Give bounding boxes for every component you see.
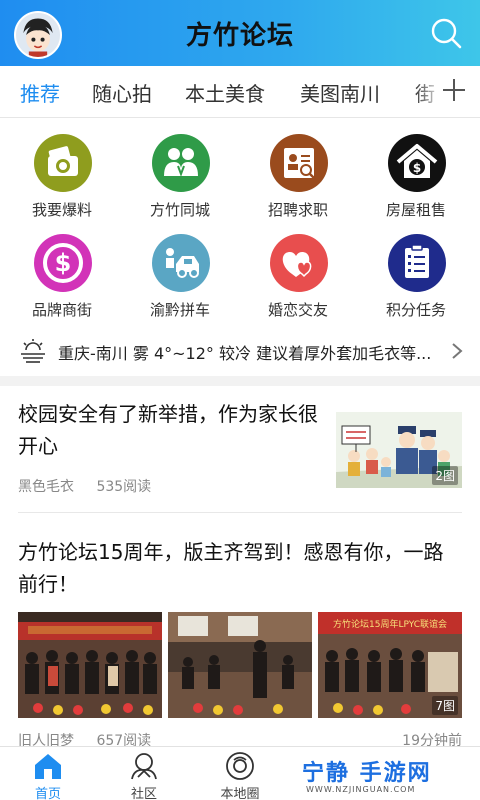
add-tab-button[interactable] — [442, 78, 466, 102]
category-grid: 我要爆料 方竹同城 招聘求职 $ 房屋租售 $ 品牌商街 渝黔拼车 婚恋交友 积… — [0, 126, 480, 326]
chevron-right-icon — [452, 343, 463, 359]
article-separator — [18, 512, 462, 513]
nav-local-circle[interactable]: 本地圈 — [204, 749, 276, 800]
grid-item-city[interactable]: 方竹同城 — [120, 126, 240, 222]
article-reads: 535阅读 — [96, 479, 152, 495]
nav-label: 本地圈 — [220, 787, 260, 800]
search-button[interactable] — [430, 17, 462, 49]
svg-text:$: $ — [413, 161, 421, 175]
watermark-url: WWW.NZJINGUAN.COM — [306, 785, 416, 794]
grid-label: 积分任务 — [385, 301, 446, 319]
article-meta: 黑色毛衣 535阅读 — [18, 476, 169, 496]
article-photo — [18, 612, 162, 718]
watermark-logo: 宁静 手游网 WWW.NZJINGUAN.COM — [302, 755, 472, 799]
nav-community[interactable]: 社区 — [108, 749, 180, 800]
grid-item-brands[interactable]: $ 品牌商街 — [2, 226, 122, 322]
article-title: 方竹论坛15周年，版主齐驾到！感恩有你，一路前行！ — [18, 540, 444, 596]
article-card[interactable]: 校园安全有了新举措，作为家长很开心 黑色毛衣 535阅读 2图 — [0, 386, 480, 512]
grid-item-carpool[interactable]: 渝黔拼车 — [120, 226, 240, 322]
grid-item-report[interactable]: 我要爆料 — [2, 126, 122, 222]
resume-icon — [270, 134, 328, 192]
house-icon: $ — [388, 134, 446, 192]
grid-label: 品牌商街 — [31, 301, 92, 319]
image-count-badge: 7图 — [432, 696, 458, 715]
grid-item-jobs[interactable]: 招聘求职 — [238, 126, 358, 222]
app-root: 方竹论坛 推荐 随心拍 本土美食 美图南川 街 — [0, 0, 480, 800]
article-card[interactable]: 方竹论坛15周年，版主齐驾到！感恩有你，一路前行！ 方竹论坛15周年LPYC联谊… — [0, 520, 480, 750]
article-author: 黑色毛衣 — [18, 479, 74, 495]
top-header: 方竹论坛 — [0, 0, 480, 66]
grid-label: 婚恋交友 — [267, 301, 328, 319]
grid-item-dating[interactable]: 婚恋交友 — [238, 226, 358, 322]
article-thumbnail: 2图 — [336, 412, 462, 488]
image-count-badge: 2图 — [432, 466, 458, 485]
grid-label: 方竹同城 — [149, 201, 210, 219]
nav-home[interactable]: 首页 — [12, 749, 84, 800]
section-divider — [0, 376, 480, 386]
dollar-icon: $ — [34, 234, 92, 292]
grid-label: 房屋租售 — [385, 201, 446, 219]
weather-bar[interactable]: 重庆-南川 雾 4°~12° 较冷 建议着厚外套加毛衣等... — [0, 330, 480, 372]
grid-label: 招聘求职 — [267, 201, 328, 219]
article-photo — [168, 612, 312, 718]
photo-banner-text: 方竹论坛15周年LPYC联谊会 — [333, 618, 447, 630]
tab-snapshot[interactable]: 随心拍 — [92, 78, 152, 107]
car-icon — [152, 234, 210, 292]
svg-text:$: $ — [55, 249, 72, 277]
avatar[interactable] — [14, 11, 62, 59]
home-icon — [35, 754, 61, 779]
people-icon — [152, 134, 210, 192]
watermark-text: 宁静 手游网 — [302, 761, 432, 786]
bottom-nav: 首页 社区 本地圈 宁静 手游网 WWW.NZJINGUAN.COM — [0, 746, 480, 800]
tab-nanchuan-photos[interactable]: 美图南川 — [300, 78, 380, 107]
community-icon — [131, 753, 157, 780]
nav-label: 首页 — [34, 787, 61, 800]
grid-label: 我要爆料 — [31, 201, 92, 219]
tab-recommend[interactable]: 推荐 — [20, 78, 60, 107]
tab-local-food[interactable]: 本土美食 — [185, 78, 265, 107]
article-title: 校园安全有了新举措，作为家长很开心 — [18, 402, 318, 458]
nav-label: 社区 — [130, 787, 157, 800]
fog-weather-icon — [21, 339, 45, 363]
search-icon — [431, 18, 462, 49]
category-tabs: 推荐 随心拍 本土美食 美图南川 街 — [0, 66, 480, 118]
hearts-icon — [270, 234, 328, 292]
article-photo: 方竹论坛15周年LPYC联谊会 7图 — [318, 612, 462, 718]
camera-icon — [34, 134, 92, 192]
checklist-icon — [388, 234, 446, 292]
weather-text: 重庆-南川 雾 4°~12° 较冷 建议着厚外套加毛衣等... — [58, 344, 432, 363]
grid-label: 渝黔拼车 — [149, 301, 210, 319]
page-title: 方竹论坛 — [185, 20, 294, 51]
grid-item-points[interactable]: 积分任务 — [356, 226, 476, 322]
local-circle-icon — [226, 752, 254, 780]
grid-item-housing[interactable]: $ 房屋租售 — [356, 126, 476, 222]
avatar-icon — [16, 13, 60, 57]
